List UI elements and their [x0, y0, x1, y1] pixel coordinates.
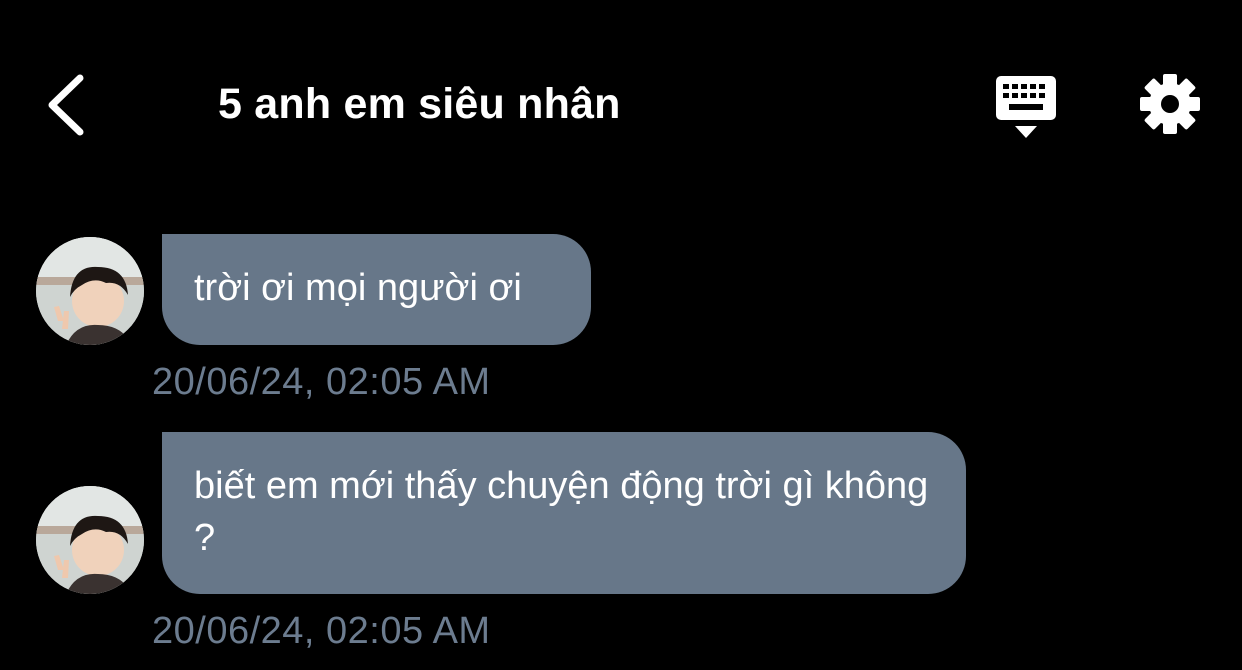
settings-button[interactable] [1138, 72, 1202, 136]
gear-icon [1140, 74, 1200, 134]
chevron-left-icon [48, 74, 84, 136]
message-timestamp: 20/06/24, 02:05 AM [152, 361, 491, 403]
message-bubble[interactable]: trời ơi mọi người ơi [162, 234, 591, 345]
back-button[interactable] [40, 70, 96, 140]
chat-title: 5 anh em siêu nhân [218, 80, 621, 128]
keyboard-button[interactable] [992, 74, 1060, 140]
keyboard-hide-icon [996, 76, 1056, 138]
message-bubble[interactable]: biết em mới thấy chuyện động trời gì khô… [162, 432, 966, 594]
message-timestamp: 20/06/24, 02:05 AM [152, 610, 491, 652]
avatar-photo [36, 237, 144, 345]
avatar[interactable] [36, 486, 144, 594]
avatar-photo [36, 486, 144, 594]
chat-header: 5 anh em siêu nhân [0, 0, 1242, 200]
message-text: biết em mới thấy chuyện động trời gì khô… [194, 465, 929, 559]
avatar[interactable] [36, 237, 144, 345]
message-text: trời ơi mọi người ơi [194, 267, 522, 309]
